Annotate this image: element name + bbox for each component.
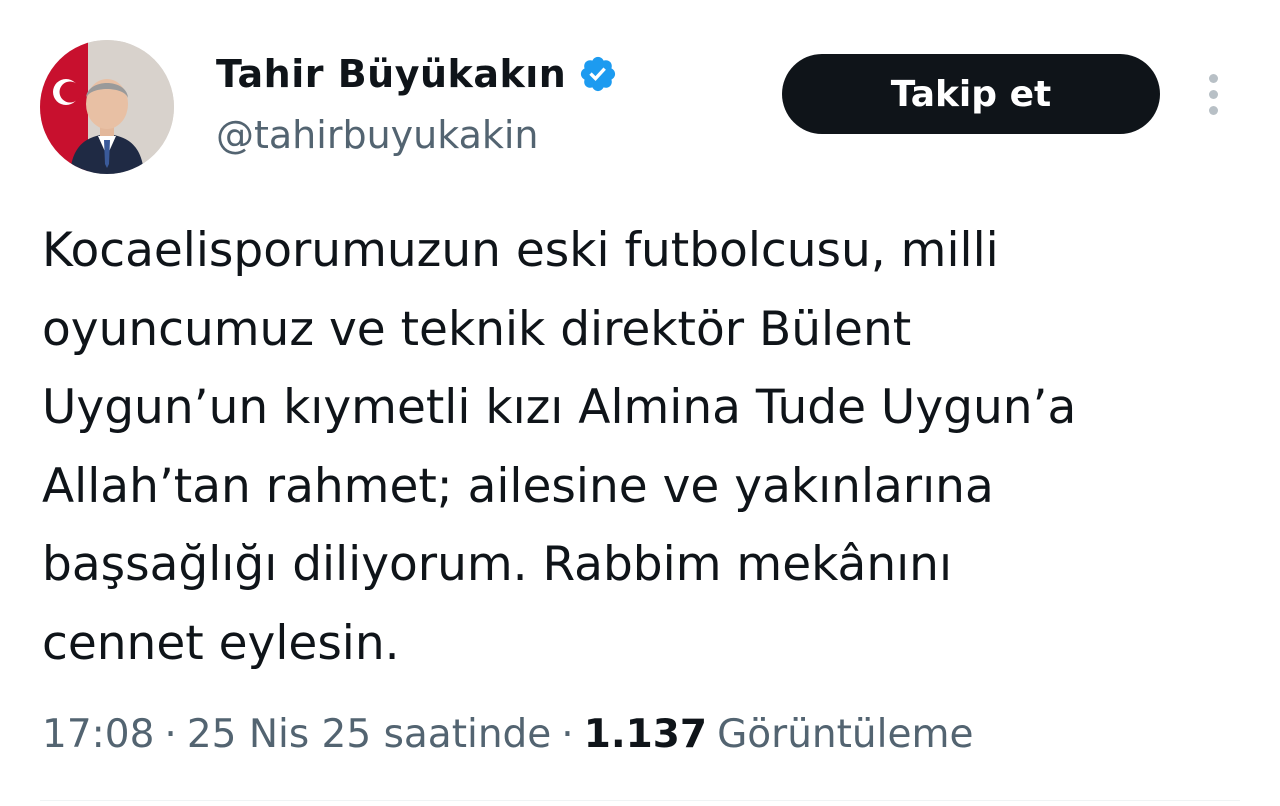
author-display-name[interactable]: Tahir Büyükakın xyxy=(216,52,566,96)
tweet-meta: 17:08 · 25 Nis 25 saatinde · 1.137 Görün… xyxy=(42,706,973,762)
tweet-time[interactable]: 17:08 xyxy=(42,712,154,757)
views-count: 1.137 xyxy=(583,711,708,757)
more-vertical-icon[interactable] xyxy=(1196,70,1232,120)
avatar[interactable] xyxy=(40,40,174,174)
meta-separator: · xyxy=(164,711,177,757)
tweet-card: Tahir Büyükakın @tahirbuyukakin Takip et… xyxy=(0,0,1280,806)
meta-separator: · xyxy=(561,711,574,757)
author-name-row: Tahir Büyükakın xyxy=(216,48,618,100)
author-handle[interactable]: @tahirbuyukakin xyxy=(216,113,539,157)
verified-badge-icon[interactable] xyxy=(578,54,618,94)
follow-button[interactable]: Takip et xyxy=(782,54,1160,134)
divider xyxy=(40,800,1240,801)
views-label: Görüntüleme xyxy=(717,711,974,757)
tweet-text: Kocaelisporumuzun eski futbolcusu, milli… xyxy=(42,223,1077,671)
avatar-portrait-image xyxy=(40,40,174,174)
tweet-date[interactable]: 25 Nis 25 saatinde xyxy=(187,712,551,757)
